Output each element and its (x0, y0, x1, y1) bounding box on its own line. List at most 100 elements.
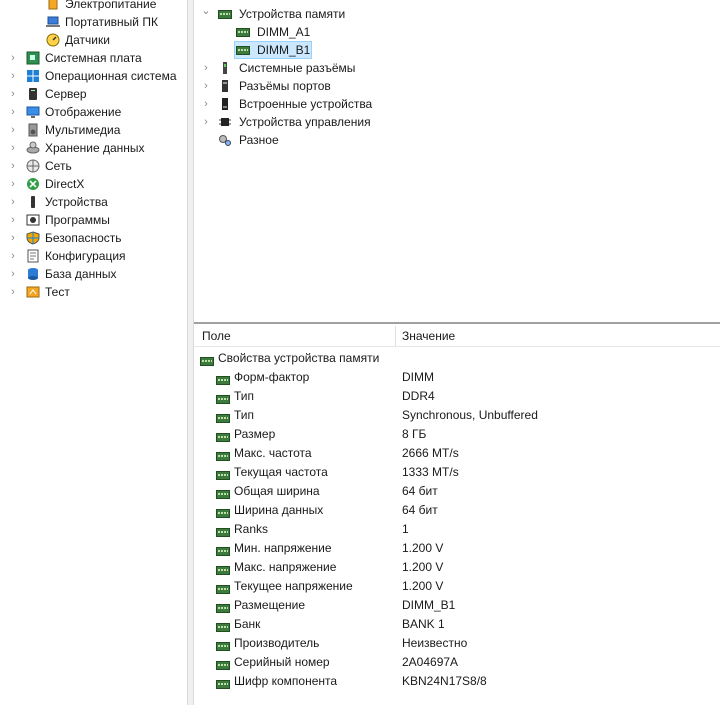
field-name: Форм-фактор (234, 370, 310, 384)
monitor-icon (26, 105, 40, 119)
chevron-right-icon[interactable]: › (201, 77, 211, 95)
chevron-right-icon[interactable]: › (201, 59, 211, 77)
chevron-right-icon[interactable]: › (8, 49, 18, 67)
left-tree-item[interactable]: › Хранение данных (0, 139, 187, 157)
table-row[interactable]: Тип DDR4 (194, 387, 720, 406)
table-row[interactable]: Мин. напряжение 1.200 V (194, 539, 720, 558)
table-row[interactable]: Общая ширина 64 бит (194, 482, 720, 501)
ram-icon (216, 468, 230, 480)
chevron-down-icon[interactable]: ⌄ (201, 2, 211, 20)
field-name: Текущее напряжение (234, 579, 353, 593)
chevron-right-icon[interactable]: › (8, 283, 18, 301)
ram-icon (216, 677, 230, 689)
table-row[interactable]: Форм-фактор DIMM (194, 368, 720, 387)
ram-icon (216, 487, 230, 499)
column-header-value[interactable]: Значение (402, 326, 455, 346)
field-name: Макс. напряжение (234, 560, 337, 574)
table-row[interactable]: Размещение DIMM_B1 (194, 596, 720, 615)
left-tree-item[interactable]: Датчики (0, 31, 187, 49)
left-tree-item-label: База данных (45, 267, 117, 281)
ram-icon (216, 392, 230, 404)
ram-icon (216, 563, 230, 575)
pane-splitter[interactable] (187, 0, 194, 705)
chevron-right-icon[interactable]: › (8, 121, 18, 139)
field-value: 2666 MT/s (402, 446, 459, 460)
field-name: Размер (234, 427, 276, 441)
left-tree-item[interactable]: › Мультимедиа (0, 121, 187, 139)
group-row[interactable]: Свойства устройства памяти (194, 349, 720, 368)
device-tree-item-label: Устройства управления (239, 115, 371, 129)
table-row[interactable]: Шифр компонента KBN24N17S8/8 (194, 672, 720, 691)
table-row[interactable]: Ranks 1 (194, 520, 720, 539)
chevron-right-icon[interactable]: › (8, 67, 18, 85)
field-name: Ranks (234, 522, 269, 536)
chevron-right-icon[interactable]: › (201, 113, 211, 131)
field-value: DIMM (402, 370, 434, 384)
left-tree-item[interactable]: › Безопасность (0, 229, 187, 247)
horizontal-splitter[interactable] (194, 322, 720, 324)
left-tree-item[interactable]: › Программы (0, 211, 187, 229)
left-tree-item[interactable]: › Сервер (0, 85, 187, 103)
table-row[interactable]: Банк BANK 1 (194, 615, 720, 634)
left-tree-item[interactable]: Портативный ПК (0, 13, 187, 31)
left-tree-item-label: Хранение данных (45, 141, 145, 155)
left-tree-item[interactable]: › Конфигурация (0, 247, 187, 265)
left-tree-item-label: Мультимедиа (45, 123, 121, 137)
table-row[interactable]: Производитель Неизвестно (194, 634, 720, 653)
shield-icon (26, 231, 40, 245)
chevron-right-icon[interactable]: › (8, 175, 18, 193)
left-tree-item[interactable]: › Системная плата (0, 49, 187, 67)
right-pane: ⌄ Устройства памяти DIMM_A1 DIMM_B1 › Системн… (194, 0, 720, 705)
field-name: Общая ширина (234, 484, 320, 498)
chevron-right-icon[interactable]: › (8, 211, 18, 229)
field-name: Шифр компонента (234, 674, 338, 688)
ram-icon (216, 658, 230, 670)
table-row[interactable]: Тип Synchronous, Unbuffered (194, 406, 720, 425)
config-icon (26, 249, 40, 263)
field-name: Банк (234, 617, 261, 631)
ram-icon (216, 620, 230, 632)
chevron-right-icon[interactable]: › (8, 265, 18, 283)
left-tree-item[interactable]: Электропитание (0, 0, 187, 13)
table-row[interactable]: Размер 8 ГБ (194, 425, 720, 444)
left-tree-item[interactable]: › Устройства (0, 193, 187, 211)
device-tree-item-label: Системные разъёмы (239, 61, 356, 75)
left-tree-item[interactable]: › DirectX (0, 175, 187, 193)
test-icon (26, 285, 40, 299)
table-row[interactable]: Текущее напряжение 1.200 V (194, 577, 720, 596)
table-row[interactable]: Макс. напряжение 1.200 V (194, 558, 720, 577)
table-row[interactable]: Серийный номер 2A04697A (194, 653, 720, 672)
device-tree-item-label: Встроенные устройства (239, 97, 373, 111)
chevron-right-icon[interactable]: › (8, 229, 18, 247)
left-tree-item[interactable]: › Операционная система (0, 67, 187, 85)
left-tree-item[interactable]: › Отображение (0, 103, 187, 121)
left-tree-item[interactable]: › Тест (0, 283, 187, 301)
field-value: 1.200 V (402, 579, 444, 593)
ram-icon (216, 582, 230, 594)
chevron-right-icon[interactable]: › (8, 193, 18, 211)
column-header-field[interactable]: Поле (202, 326, 231, 346)
field-name: Производитель (234, 636, 320, 650)
field-name: Тип (234, 389, 255, 403)
field-value: Неизвестно (402, 636, 468, 650)
left-tree-item-label: Операционная система (45, 69, 177, 83)
chevron-right-icon[interactable]: › (8, 139, 18, 157)
field-value: BANK 1 (402, 617, 445, 631)
field-value: DDR4 (402, 389, 435, 403)
chevron-right-icon[interactable]: › (8, 247, 18, 265)
speaker-icon (26, 123, 40, 137)
field-value: KBN24N17S8/8 (402, 674, 487, 688)
left-tree-item[interactable]: › Сеть (0, 157, 187, 175)
field-value: DIMM_B1 (402, 598, 456, 612)
left-tree-item-label: Отображение (45, 105, 122, 119)
chevron-right-icon[interactable]: › (8, 85, 18, 103)
chevron-right-icon[interactable]: › (8, 103, 18, 121)
column-divider[interactable] (395, 326, 396, 346)
table-row[interactable]: Текущая частота 1333 MT/s (194, 463, 720, 482)
chevron-right-icon[interactable]: › (201, 95, 211, 113)
ram-icon (218, 7, 232, 21)
table-row[interactable]: Ширина данных 64 бит (194, 501, 720, 520)
table-row[interactable]: Макс. частота 2666 MT/s (194, 444, 720, 463)
chevron-right-icon[interactable]: › (8, 157, 18, 175)
left-tree-item[interactable]: › База данных (0, 265, 187, 283)
